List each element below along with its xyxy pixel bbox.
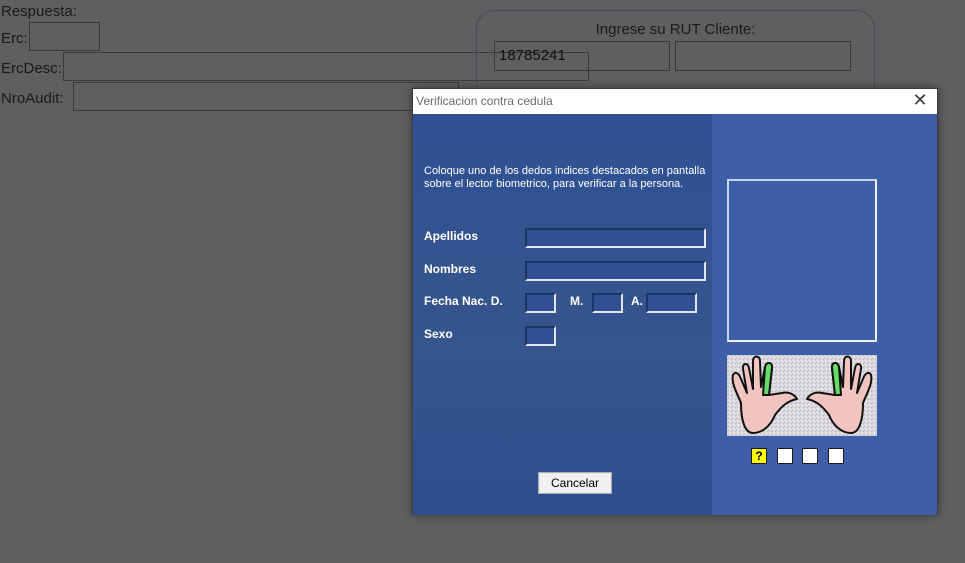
mes-field[interactable] (592, 293, 623, 313)
attempt-indicator (777, 448, 793, 464)
verification-dialog: Verificacion contra cedula ✕ Coloque uno… (412, 88, 938, 515)
mes-label: M. (570, 294, 584, 308)
erc-field[interactable] (29, 22, 100, 51)
apellidos-field[interactable] (525, 228, 706, 248)
attempt-indicator (828, 448, 844, 464)
erc-label: Erc: (1, 30, 28, 47)
fingerprint-preview (727, 179, 877, 342)
form-pane: Coloque uno de los dedos indices destaca… (413, 114, 712, 515)
close-icon[interactable]: ✕ (909, 91, 931, 111)
nombres-field[interactable] (525, 261, 706, 281)
dia-field[interactable] (525, 293, 556, 313)
rut-dv-input[interactable] (675, 41, 851, 71)
anio-field[interactable] (646, 293, 697, 313)
hands-diagram (727, 355, 877, 436)
nroaudit-field[interactable] (73, 82, 459, 111)
sexo-label: Sexo (424, 327, 453, 341)
nombres-label: Nombres (424, 262, 477, 276)
cancel-button[interactable]: Cancelar (538, 472, 612, 494)
biometric-pane: ? (712, 114, 937, 515)
respuesta-label: Respuesta: (1, 3, 77, 20)
fecha-nac-label: Fecha Nac. D. (424, 294, 503, 308)
sexo-field[interactable] (525, 326, 556, 346)
instructions-text: Coloque uno de los dedos indices destaca… (424, 165, 706, 190)
ercdesc-label: ErcDesc: (1, 60, 62, 77)
attempt-indicator: ? (751, 448, 767, 464)
dialog-titlebar[interactable]: Verificacion contra cedula ✕ (413, 89, 937, 114)
dialog-title: Verificacion contra cedula (416, 94, 553, 108)
attempt-indicator (802, 448, 818, 464)
nroaudit-label: NroAudit: (1, 90, 64, 107)
rut-title: Ingrese su RUT Cliente: (595, 21, 756, 38)
rut-input[interactable]: 18785241 (494, 41, 670, 71)
apellidos-label: Apellidos (424, 229, 479, 243)
anio-label: A. (631, 294, 643, 308)
